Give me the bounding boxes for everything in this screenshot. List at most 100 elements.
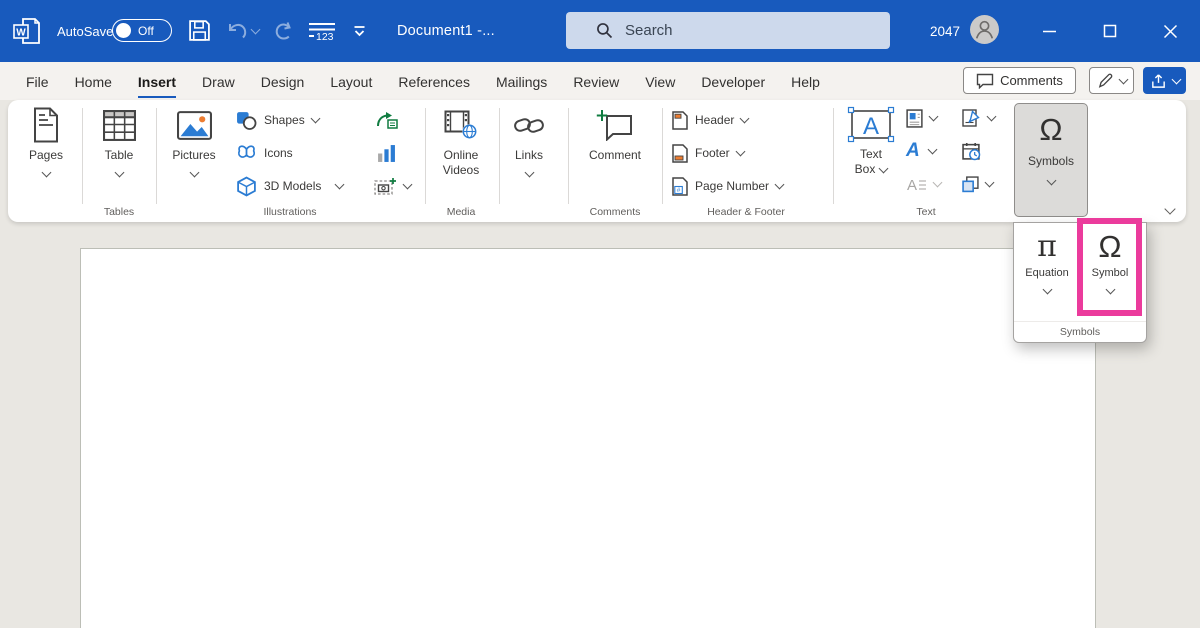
smartart-button[interactable] xyxy=(376,108,398,132)
redo-button[interactable] xyxy=(272,20,294,42)
toggle-knob xyxy=(116,23,131,38)
pages-chevron-icon xyxy=(41,168,51,178)
comment-bubble-icon xyxy=(976,73,994,89)
tab-developer[interactable]: Developer xyxy=(688,62,778,100)
close-button[interactable] xyxy=(1147,0,1193,62)
illustrations-group-label: Illustrations xyxy=(263,206,316,218)
links-chevron-icon xyxy=(524,168,534,178)
document-title: Document1 -... xyxy=(397,0,495,62)
tab-home[interactable]: Home xyxy=(62,62,125,100)
share-chevron-icon xyxy=(1171,74,1181,84)
document-page[interactable] xyxy=(80,248,1096,628)
text-box-label-1: Text xyxy=(855,147,888,162)
equation-label: Equation xyxy=(1025,267,1068,279)
tab-draw[interactable]: Draw xyxy=(189,62,248,100)
account-label: 2047 xyxy=(930,0,960,62)
footer-label: Footer xyxy=(695,146,730,160)
comment-button[interactable]: Comment xyxy=(575,104,655,163)
chart-icon xyxy=(377,144,396,163)
new-comment-icon xyxy=(596,104,634,146)
search-input[interactable]: Search xyxy=(566,12,890,49)
header-button[interactable]: Header xyxy=(672,108,748,132)
comments-button[interactable]: Comments xyxy=(963,67,1076,94)
editing-mode-button[interactable] xyxy=(1089,67,1134,94)
3d-models-button[interactable]: 3D Models xyxy=(236,174,343,198)
smartart-icon xyxy=(376,111,398,130)
date-time-icon xyxy=(962,142,981,161)
maximize-button[interactable] xyxy=(1087,0,1133,62)
tab-review[interactable]: Review xyxy=(560,62,632,100)
icons-button[interactable]: Icons xyxy=(236,141,293,165)
drop-cap-button[interactable]: A xyxy=(906,172,941,196)
screenshot-button[interactable] xyxy=(374,174,411,198)
collapse-ribbon-button[interactable] xyxy=(1166,200,1174,218)
object-button[interactable] xyxy=(962,172,993,196)
tab-insert[interactable]: Insert xyxy=(125,62,189,100)
online-videos-button[interactable]: Online Videos xyxy=(426,104,496,178)
avatar[interactable] xyxy=(970,15,999,44)
wordart-button[interactable]: A xyxy=(906,139,936,163)
tab-view[interactable]: View xyxy=(632,62,688,100)
online-videos-label-1: Online xyxy=(443,148,479,163)
group-divider xyxy=(662,108,663,204)
comments-button-label: Comments xyxy=(1000,73,1063,88)
page-number-label: Page Number xyxy=(695,179,769,193)
undo-chevron-icon xyxy=(251,25,261,35)
tab-layout[interactable]: Layout xyxy=(317,62,385,100)
hash-glyph: # xyxy=(677,187,681,194)
autosave-toggle[interactable]: Off xyxy=(112,19,172,42)
pages-button[interactable]: Pages xyxy=(11,104,81,176)
shapes-chevron-icon xyxy=(310,114,320,124)
pi-icon: π xyxy=(1037,229,1057,265)
page-number-button[interactable]: # Page Number xyxy=(672,174,783,198)
header-icon xyxy=(672,111,688,130)
pictures-chevron-icon xyxy=(189,168,199,178)
symbols-dropdown-button[interactable]: Ω Symbols xyxy=(1014,103,1088,217)
highlight-annotation-box xyxy=(1077,218,1142,316)
signature-line-button[interactable] xyxy=(962,106,995,130)
links-icon xyxy=(513,104,545,146)
quick-parts-button[interactable] xyxy=(906,106,937,130)
text-box-button[interactable]: A Text Box xyxy=(836,103,906,177)
group-divider xyxy=(82,108,83,204)
shapes-button[interactable]: Shapes xyxy=(236,108,319,132)
word-logo-icon[interactable]: W xyxy=(12,16,42,46)
group-divider xyxy=(833,108,834,204)
text-box-icon: A xyxy=(847,103,895,145)
text-group-label: Text xyxy=(916,206,935,218)
ribbon-tabs-row: File Home Insert Draw Design Layout Refe… xyxy=(0,62,1200,100)
tab-help[interactable]: Help xyxy=(778,62,833,100)
minimize-button[interactable] xyxy=(1026,0,1072,62)
pictures-button[interactable]: Pictures xyxy=(159,104,229,176)
signature-line-chevron-icon xyxy=(987,112,997,122)
page-number-chevron-icon xyxy=(775,180,785,190)
quick-access-toolbar-menu-icon[interactable] xyxy=(352,25,367,38)
links-button[interactable]: Links xyxy=(494,104,564,176)
page-number-icon: # xyxy=(672,177,688,196)
comments-group-label: Comments xyxy=(590,206,641,218)
share-button[interactable] xyxy=(1143,67,1186,94)
screenshot-chevron-icon xyxy=(403,180,413,190)
pencil-icon xyxy=(1097,72,1114,89)
save-icon[interactable] xyxy=(188,19,211,42)
3d-models-label: 3D Models xyxy=(264,179,321,193)
signature-line-icon xyxy=(962,109,981,128)
undo-button[interactable] xyxy=(226,20,259,42)
icons-icon xyxy=(236,144,257,163)
footer-icon xyxy=(672,144,688,163)
tab-references[interactable]: References xyxy=(385,62,483,100)
shapes-label: Shapes xyxy=(264,113,305,127)
line-numbering-icon[interactable]: 123 xyxy=(308,21,336,42)
chart-button[interactable] xyxy=(377,141,396,165)
tab-file[interactable]: File xyxy=(13,62,62,100)
title-bar: W AutoSave Off xyxy=(0,0,1200,62)
date-time-button[interactable] xyxy=(962,139,981,163)
tab-mailings[interactable]: Mailings xyxy=(483,62,560,100)
pages-icon xyxy=(32,104,60,146)
footer-button[interactable]: Footer xyxy=(672,141,744,165)
equation-button[interactable]: π Equation xyxy=(1018,227,1076,319)
tab-design[interactable]: Design xyxy=(248,62,318,100)
table-button[interactable]: Table xyxy=(84,104,154,176)
pictures-icon xyxy=(177,104,212,146)
screenshot-icon xyxy=(374,177,397,195)
